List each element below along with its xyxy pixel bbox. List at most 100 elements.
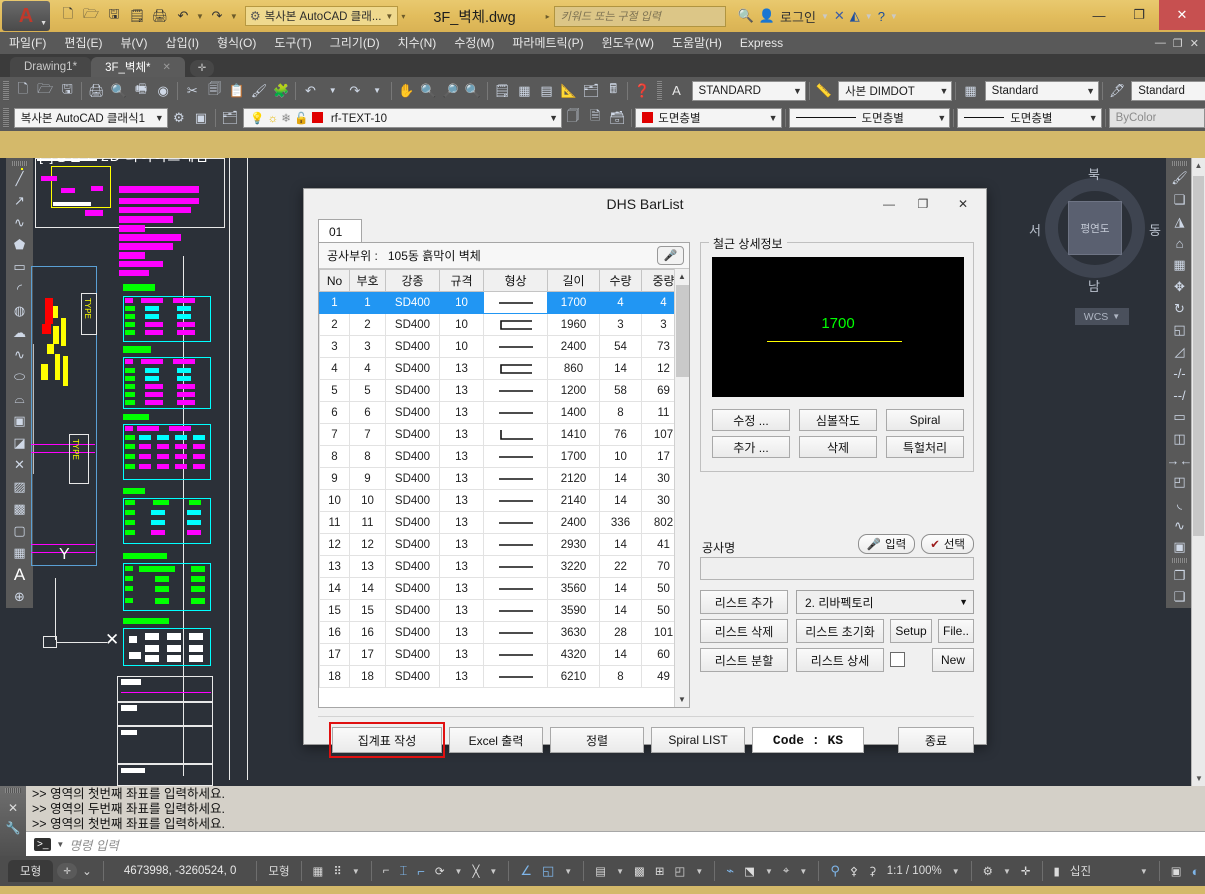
cut-icon[interactable]: ✂ [181,80,203,102]
col-buho[interactable]: 부호 [349,269,386,292]
table-style-icon[interactable]: ▦ [959,80,981,102]
autodesk-360-icon[interactable]: ◭ [850,8,860,24]
menu-item-parametric[interactable]: 파라메트릭(P) [503,32,592,54]
qat-overflow-icon[interactable]: ▾ [401,12,405,21]
offset-icon[interactable]: ⌂ [1168,233,1191,255]
chevron-down-icon[interactable]: ▼ [559,859,577,883]
table-row[interactable]: 16 16 SD400 13 3630 28 101 [319,621,674,644]
ucs-icon-display-icon[interactable]: ⌖ [778,859,794,883]
list-detail-button[interactable]: 리스트 상세 [796,648,884,672]
mleader-style-combo[interactable]: Standard [1131,80,1205,101]
designcenter-icon[interactable]: ▦ [513,80,535,102]
revision-cloud-icon[interactable]: ☁ [8,322,31,344]
polyline-icon[interactable]: ∿ [8,212,31,234]
markup-icon[interactable]: 🗂 [580,80,602,102]
menu-item-tools[interactable]: 도구(T) [265,32,320,54]
toolbar-grip[interactable] [3,80,9,101]
table-row[interactable]: 13 13 SD400 13 3220 22 70 [319,555,674,578]
isolate-objects-icon[interactable]: ▣ [1166,859,1187,883]
hardware-acceleration-icon[interactable]: ✛ [1016,859,1036,883]
ucs-selector[interactable]: WCS ▼ [1075,308,1129,325]
break-at-point-icon[interactable]: ▭ [1168,406,1191,428]
user-icon[interactable]: 👤 [759,8,775,24]
menu-item-modify[interactable]: 수정(M) [445,32,503,54]
table-icon[interactable]: ▦ [8,542,31,564]
drawing-close-icon[interactable]: ✕ [1190,37,1199,50]
menu-item-insert[interactable]: 삽입(I) [157,32,208,54]
plot-icon[interactable]: 🖨 [150,6,170,26]
close-icon[interactable]: ✕ [163,62,171,73]
chevron-down-icon[interactable]: ▼ [484,859,502,883]
table-row[interactable]: 15 15 SD400 13 3590 14 50 [319,599,674,622]
copy-icon[interactable]: 🗐 [203,80,225,102]
scroll-up-icon[interactable]: ▲ [675,269,689,284]
block-editor-icon[interactable]: 🧩 [270,80,292,102]
explode-icon[interactable]: ▣ [1168,536,1191,558]
zoom-previous-icon[interactable]: 🔎 [440,80,462,102]
freeze-icon[interactable]: ❄ [281,113,291,125]
fillet-icon[interactable]: ◟ [1168,493,1191,515]
table-row[interactable]: 7 7 SD400 13 1410 76 107 [319,423,674,446]
table-row[interactable]: 8 8 SD400 13 1700 10 17 [319,445,674,468]
sun-icon[interactable]: ☼ [268,113,279,125]
layer-match-icon[interactable]: 🗃 [606,107,628,129]
pan-icon[interactable]: ✋ [395,80,417,102]
col-quantity[interactable]: 수량 [599,269,642,292]
table-scrollbar[interactable]: ▲ ▼ [674,269,689,707]
redo-dropdown-icon[interactable]: ▼ [366,80,388,102]
view-cube-east-label[interactable]: 동 [1149,220,1161,239]
trim-icon[interactable]: -/- [1168,363,1191,385]
close-button[interactable]: ✕ [1159,0,1205,30]
toolbar-grip[interactable] [1171,558,1188,563]
annotation-visibility-icon[interactable]: ⚲ [825,859,845,883]
hatch-icon[interactable]: ▨ [8,476,31,498]
add-layout-button[interactable]: ✛ [57,863,78,879]
chevron-down-icon[interactable]: ▼ [865,12,873,21]
col-shape[interactable]: 형상 [483,269,548,292]
close-icon[interactable]: ✕ [8,801,18,815]
menu-item-help[interactable]: 도움말(H) [663,32,731,54]
setup-button[interactable]: Setup [890,619,932,643]
circle-icon[interactable]: ◍ [8,300,31,322]
jobname-input[interactable] [700,557,974,580]
col-size[interactable]: 규격 [439,269,484,292]
3d-object-snap-icon[interactable]: ◰ [670,859,691,883]
list-add-button[interactable]: 리스트 추가 [700,590,788,614]
jobname-input-button[interactable]: 🎤 입력 [857,534,916,554]
menu-item-format[interactable]: 형식(O) [208,32,265,54]
dim-style-combo[interactable]: 사본 DIMDOT ▼ [838,80,953,101]
table-row[interactable]: 6 6 SD400 13 1400 8 11 [319,401,674,424]
dialog-maximize-button[interactable]: ❐ [906,189,940,218]
table-row[interactable]: 5 5 SD400 13 1200 58 69 [319,379,674,402]
plot-icon[interactable]: 🖨 [85,80,107,102]
multiline-text-icon[interactable]: A [8,564,31,586]
region-icon[interactable]: ▢ [8,520,31,542]
ellipse-icon[interactable]: ⬭ [8,366,31,388]
line-icon[interactable]: ╱ [8,168,31,190]
dynamic-input-icon[interactable]: ⌶ [394,859,412,883]
spiral-list-button[interactable]: Spiral LIST [651,727,745,753]
exchange-icon[interactable]: ✕ [834,8,845,24]
workspace-combo[interactable]: 복사본 AutoCAD 클래식1 ▼ [13,107,168,128]
chevron-down-icon[interactable]: ▼ [947,859,965,883]
tab-01[interactable]: 01 [318,219,362,243]
units-icon[interactable]: ▮ [1049,859,1065,883]
exit-button[interactable]: 종료 [898,727,974,753]
command-input-row[interactable]: >_ ▼ 명령 입력 [26,831,1205,856]
redo-icon[interactable]: ↷ [344,80,366,102]
toolbar-grip[interactable] [11,161,28,166]
menu-item-window[interactable]: 윈도우(W) [593,32,663,54]
publish-icon[interactable]: 🖷 [130,80,152,102]
mirror-icon[interactable]: ◮ [1168,211,1191,233]
clean-screen-icon[interactable]: ◐ [1187,859,1205,883]
search-icon[interactable]: 🔍 [738,8,754,24]
login-label[interactable]: 로그인 [780,7,816,26]
menu-item-view[interactable]: 뷰(V) [111,32,156,54]
view-cube-south-label[interactable]: 남 [1088,276,1100,295]
table-row[interactable]: 1 1 SD400 10 1700 4 4 [319,291,674,314]
color-combo[interactable]: 도면층별 ▼ [635,107,782,128]
undo-dropdown-icon[interactable]: ▼ [322,80,344,102]
scroll-up-icon[interactable]: ▲ [1192,158,1205,173]
chevron-down-icon[interactable]: ▼ [690,859,708,883]
edit-button[interactable]: 수정 ... [712,409,790,431]
